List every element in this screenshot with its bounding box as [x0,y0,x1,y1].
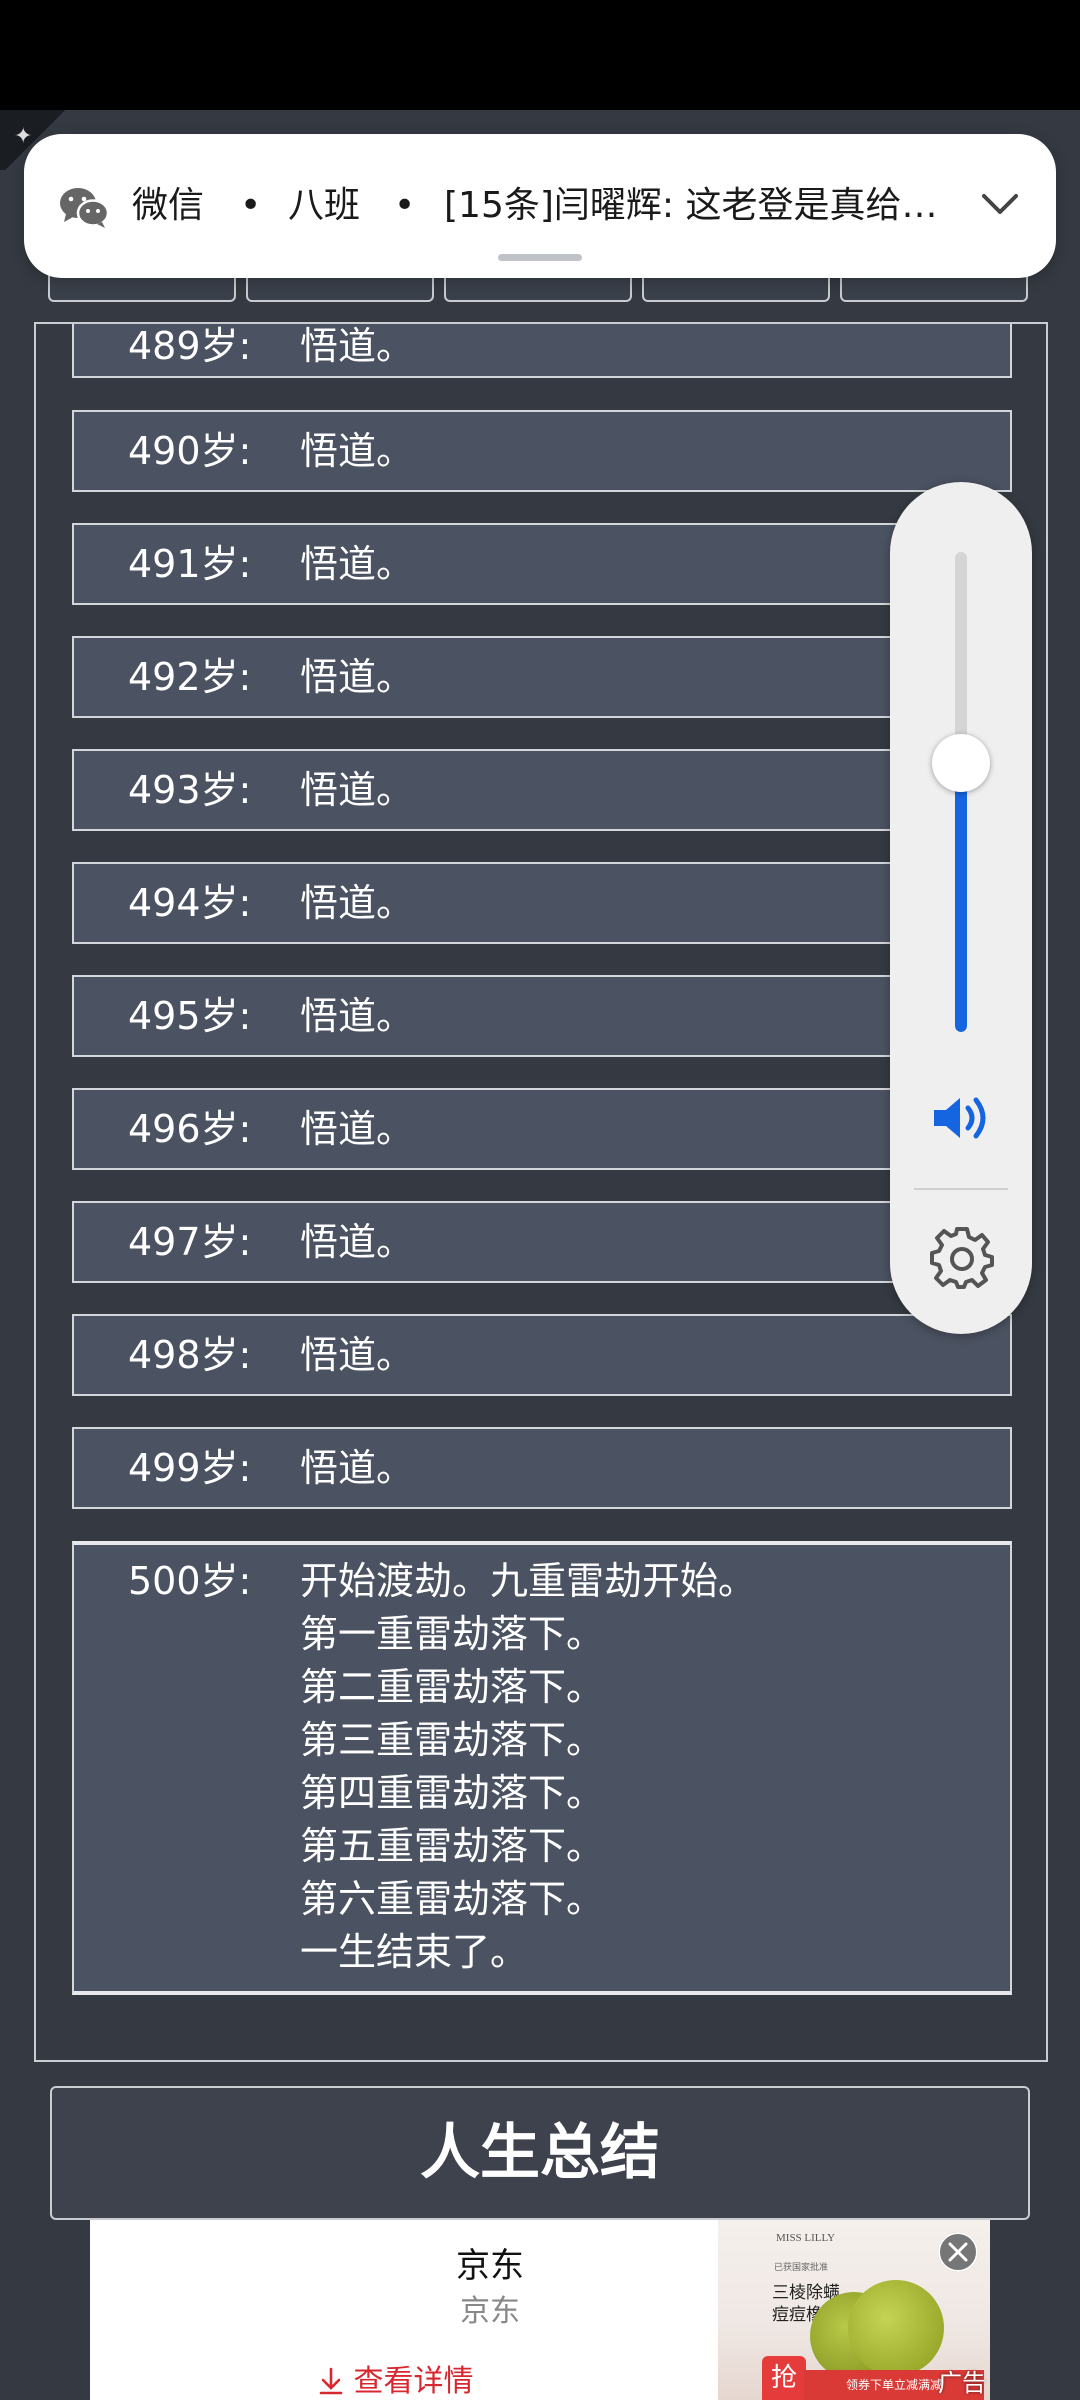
log-row: 498岁: 悟道。 [72,1314,1012,1396]
row-age: 496岁: [128,1107,252,1151]
ad-product-image[interactable]: MISS LILLY 已获国家批准 三棱除螨 痘痘橡皮擦 抢 领券下单立减满减 … [718,2220,990,2400]
divider [914,1188,1008,1190]
separator: • [240,185,262,226]
ad-subtitle: 京东 [460,2294,520,2329]
log-row: 499岁: 悟道。 [72,1427,1012,1509]
volume-knob[interactable] [932,734,990,792]
row-age: 494岁: [128,881,252,925]
log-row: 490岁: 悟道。 [72,410,1012,492]
log-row: 494岁: 悟道。 [72,862,1012,944]
chevron-down-icon[interactable] [978,182,1022,226]
notification-app: 微信 [132,185,205,226]
row-event: 悟道。 [300,1333,415,1377]
row-event: 悟道。 [300,324,415,368]
grab-badge: 抢 [762,2356,806,2400]
row-age: 495岁: [128,994,252,1038]
log-row-final: 500岁: 开始渡劫。九重雷劫开始。 第一重雷劫落下。 第二重雷劫落下。 第三重… [72,1541,1012,1995]
row-age: 500岁: [128,1559,252,1603]
wechat-notification[interactable]: 微信 • 八班 • [15条]闫曜辉: 这老登是真给… [24,134,1056,278]
close-icon[interactable] [938,2232,978,2272]
product-note: 已获国家批准 [774,2263,829,2273]
speaker-icon[interactable] [930,1092,992,1144]
log-row: 492岁: 悟道。 [72,636,1012,718]
row-event: 悟道。 [300,768,415,812]
ad-detail-label: 查看详情 [353,2364,474,2399]
ad-detail-link[interactable]: 查看详情 [318,2356,474,2400]
product-brand: MISS LILLY [776,2232,836,2244]
gear-icon[interactable] [930,1226,994,1290]
event-line: 第六重雷劫落下。 [300,1877,605,1921]
log-row: 489岁: 悟道。 [72,324,1012,378]
row-event-lines: 开始渡劫。九重雷劫开始。 第一重雷劫落下。 第二重雷劫落下。 第三重雷劫落下。 … [300,1555,756,1979]
event-line: 开始渡劫。九重雷劫开始。 [300,1559,757,1603]
log-row: 495岁: 悟道。 [72,975,1012,1057]
drag-handle[interactable] [498,254,582,261]
row-event: 悟道。 [300,655,415,699]
row-age: 497岁: [128,1220,252,1264]
row-age: 498岁: [128,1333,252,1377]
wechat-icon [60,188,110,228]
row-age: 491岁: [128,542,252,586]
row-age: 490岁: [128,429,252,473]
ad-label: 广告 [938,2369,986,2397]
life-summary-button[interactable]: 人生总结 [50,2086,1030,2220]
volume-fill [955,763,967,1032]
ad-brand: 京东 [456,2246,524,2286]
row-event: 悟道。 [300,1107,415,1151]
log-row: 497岁: 悟道。 [72,1201,1012,1283]
event-line: 第三重雷劫落下。 [300,1718,605,1762]
sparkle-icon: ✦ [14,124,33,149]
download-icon [319,2367,343,2395]
event-line: 一生结束了。 [300,1930,529,1974]
row-event: 悟道。 [300,994,415,1038]
row-event: 悟道。 [300,429,415,473]
product-disc [848,2280,944,2376]
row-event: 悟道。 [300,1220,415,1264]
event-line: 第五重雷劫落下。 [300,1824,605,1868]
separator: • [394,185,416,226]
status-bar [0,0,1080,110]
log-row: 491岁: 悟道。 [72,523,1012,605]
row-event: 悟道。 [300,542,415,586]
event-line: 第四重雷劫落下。 [300,1771,605,1815]
row-event: 悟道。 [300,1446,415,1490]
event-line: 第一重雷劫落下。 [300,1612,605,1656]
log-row: 493岁: 悟道。 [72,749,1012,831]
row-age: 492岁: [128,655,252,699]
event-line: 第二重雷劫落下。 [300,1665,605,1709]
log-row: 496岁: 悟道。 [72,1088,1012,1170]
notification-group: 八班 [288,185,361,226]
row-age: 493岁: [128,768,252,812]
row-age: 489岁: [128,324,252,368]
volume-slider[interactable] [955,552,967,1032]
row-event: 悟道。 [300,881,415,925]
row-age: 499岁: [128,1446,252,1490]
volume-panel [890,482,1032,1334]
ad-banner[interactable]: 京东 京东 查看详情 MISS LILLY 已获国家批准 三棱除螨 痘痘橡皮擦 … [90,2220,990,2400]
